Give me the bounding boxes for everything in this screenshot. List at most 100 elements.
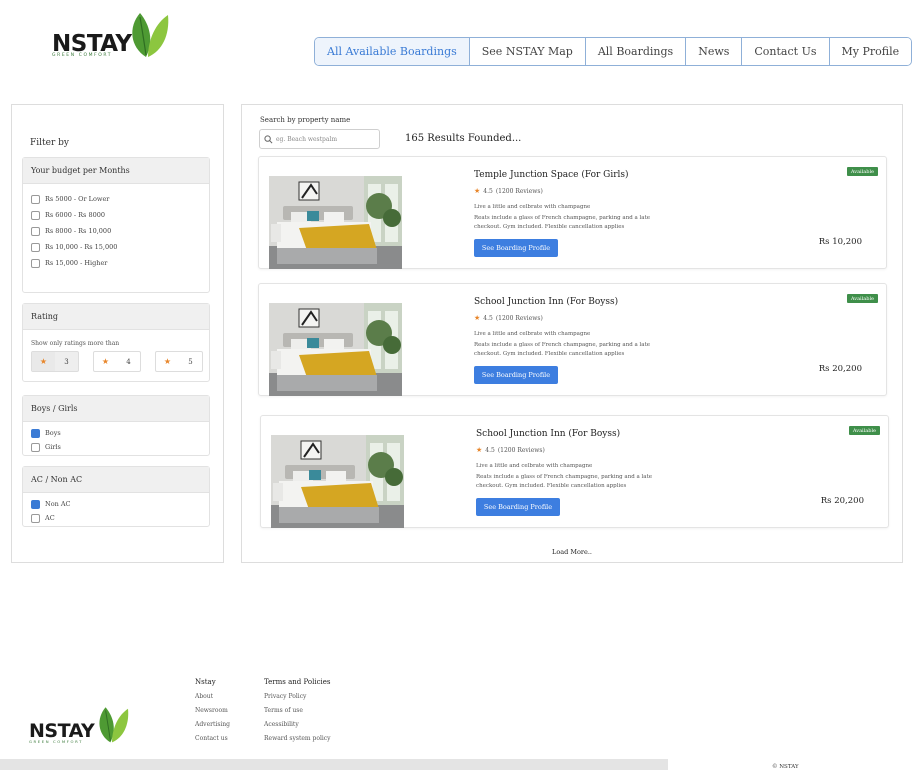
ac-option-non-ac[interactable]: Non AC: [23, 497, 209, 511]
load-more-label[interactable]: Load More..: [552, 548, 592, 556]
listing-price: Rs 10,200: [818, 237, 862, 247]
budget-filter: Your budget per Months Rs 5000 - Or Lowe…: [22, 157, 210, 293]
listing-card: School Junction Inn (For Boyss) ★ 4.5 (120…: [260, 415, 889, 528]
load-more-link[interactable]: Load More..: [242, 548, 902, 556]
search-input[interactable]: [276, 135, 374, 143]
star-icon: ★: [163, 357, 172, 366]
listing-title[interactable]: School Junction Inn (For Boyss): [474, 297, 618, 307]
nav-all-boardings[interactable]: All Boardings: [585, 38, 687, 65]
footer-link-terms[interactable]: Terms of use: [264, 707, 331, 721]
logo-tagline: GREEN COMFORT: [29, 739, 83, 744]
rating-option-3[interactable]: ★ 3: [31, 351, 79, 372]
search-box[interactable]: [259, 129, 380, 149]
bedroom-photo-icon: [271, 435, 404, 528]
logo-tagline: GREEN COMFORT: [52, 53, 113, 58]
ac-filter-heading: AC / Non AC: [23, 467, 209, 493]
checkbox[interactable]: [31, 513, 40, 523]
result-count: 165 Results Founded...: [405, 133, 522, 144]
rating-value: 4.5: [483, 314, 493, 322]
footer-link-advertising[interactable]: Advertising: [195, 721, 230, 735]
star-icon: ★: [474, 187, 481, 195]
review-count: (1200 Reviews): [495, 187, 543, 195]
footer-col-nstay: Nstay About Newsroom Advertising Contact…: [195, 678, 230, 749]
copyright: © NSTAY: [772, 764, 799, 770]
rating-note: Show only ratings more than: [31, 340, 120, 347]
footer-link-newsroom[interactable]: Newsroom: [195, 707, 230, 721]
nav-nstay-map[interactable]: See NSTAY Map: [469, 38, 586, 65]
listing-description: Reats include a glass of French champagn…: [474, 342, 651, 357]
listing-tagline: Live a little and celbrate with champagn…: [474, 331, 591, 337]
star-icon: ★: [476, 446, 483, 454]
see-boarding-profile-button[interactable]: See Boarding Profile: [474, 366, 558, 384]
nav-all-available-boardings[interactable]: All Available Boardings: [315, 38, 470, 65]
header-logo[interactable]: NSTAY GREEN COMFORT: [50, 9, 170, 61]
checkbox[interactable]: [31, 226, 40, 236]
ac-option-label: Non AC: [45, 500, 71, 508]
budget-option[interactable]: Rs 6000 - Rs 8000: [23, 207, 209, 223]
listing-description: Reats include a glass of French champagn…: [474, 215, 651, 230]
budget-option[interactable]: Rs 15,000 - Higher: [23, 255, 209, 271]
nav-contact-us[interactable]: Contact Us: [742, 38, 830, 65]
footer-link-about[interactable]: About: [195, 693, 230, 707]
gender-filter-heading: Boys / Girls: [23, 396, 209, 422]
checkbox[interactable]: [31, 428, 40, 438]
checkbox[interactable]: [31, 258, 40, 268]
footer-bar: [0, 759, 668, 770]
rating-value: 4: [126, 357, 131, 366]
checkbox[interactable]: [31, 194, 40, 204]
availability-badge: Available: [846, 294, 878, 303]
listing-title[interactable]: School Junction Inn (For Boyss): [476, 429, 620, 439]
footer-link-privacy[interactable]: Privacy Policy: [264, 693, 331, 707]
see-boarding-profile-button[interactable]: See Boarding Profile: [474, 239, 558, 257]
review-count: (1200 Reviews): [497, 446, 545, 454]
rating-value: 4.5: [485, 446, 495, 454]
rating-value: 5: [188, 357, 193, 366]
ac-option-label: AC: [45, 514, 55, 522]
rating-filter: Rating Show only ratings more than ★ 3 ★ 4…: [22, 303, 210, 382]
listing-price: Rs 20,200: [820, 496, 864, 506]
listing-card: School Junction Inn (For Boyss) ★ 4.5 (120…: [258, 283, 887, 396]
nav-my-profile[interactable]: My Profile: [829, 38, 912, 65]
listing-card: Temple Junction Space (For Girls) ★ 4.5 (1…: [258, 156, 887, 269]
listing-photo[interactable]: [271, 435, 404, 528]
footer-link-accessibility[interactable]: Acessibility: [264, 721, 331, 735]
footer-col-terms: Terms and Policies Privacy Policy Terms …: [264, 678, 331, 749]
nav-news[interactable]: News: [686, 38, 743, 65]
checkbox[interactable]: [31, 242, 40, 252]
search-label: Search by property name: [260, 116, 351, 124]
bedroom-photo-icon: [269, 303, 402, 396]
ac-filter: AC / Non AC Non AC AC: [22, 466, 210, 527]
checkbox[interactable]: [31, 442, 40, 452]
star-icon: ★: [101, 357, 110, 366]
availability-badge: Available: [848, 426, 880, 435]
availability-badge: Available: [846, 167, 878, 176]
rating-option-5[interactable]: ★ 5: [155, 351, 203, 372]
budget-option[interactable]: Rs 8000 - Rs 10,000: [23, 223, 209, 239]
budget-option[interactable]: Rs 5000 - Or Lower: [23, 191, 209, 207]
see-boarding-profile-button[interactable]: See Boarding Profile: [476, 498, 560, 516]
leaf-logo-icon: [99, 707, 129, 743]
budget-option-label: Rs 6000 - Rs 8000: [45, 211, 106, 219]
budget-option-label: Rs 15,000 - Higher: [45, 259, 108, 267]
checkbox[interactable]: [31, 210, 40, 220]
listing-photo[interactable]: [269, 176, 402, 269]
filter-title: Filter by: [30, 138, 69, 148]
listing-title[interactable]: Temple Junction Space (For Girls): [474, 170, 629, 180]
footer-link-contact[interactable]: Contact us: [195, 735, 230, 749]
checkbox[interactable]: [31, 499, 40, 509]
ac-option-ac[interactable]: AC: [23, 511, 209, 525]
leaf-logo-icon: [132, 13, 169, 57]
gender-option-girls[interactable]: Girls: [23, 440, 209, 454]
footer-heading: Nstay: [195, 678, 216, 686]
rating-value: 3: [64, 357, 69, 366]
gender-option-boys[interactable]: Boys: [23, 426, 209, 440]
listing-rating: ★ 4.5 (1200 Reviews): [474, 314, 543, 322]
footer-logo[interactable]: NSTAY GREEN COMFORT: [28, 704, 132, 746]
footer-link-reward[interactable]: Reward system policy: [264, 735, 331, 749]
budget-option-label: Rs 5000 - Or Lower: [45, 195, 110, 203]
search-icon: [260, 129, 276, 149]
rating-option-4[interactable]: ★ 4: [93, 351, 141, 372]
budget-option-label: Rs 10,000 - Rs 15,000: [45, 243, 118, 251]
listing-photo[interactable]: [269, 303, 402, 396]
budget-option[interactable]: Rs 10,000 - Rs 15,000: [23, 239, 209, 255]
